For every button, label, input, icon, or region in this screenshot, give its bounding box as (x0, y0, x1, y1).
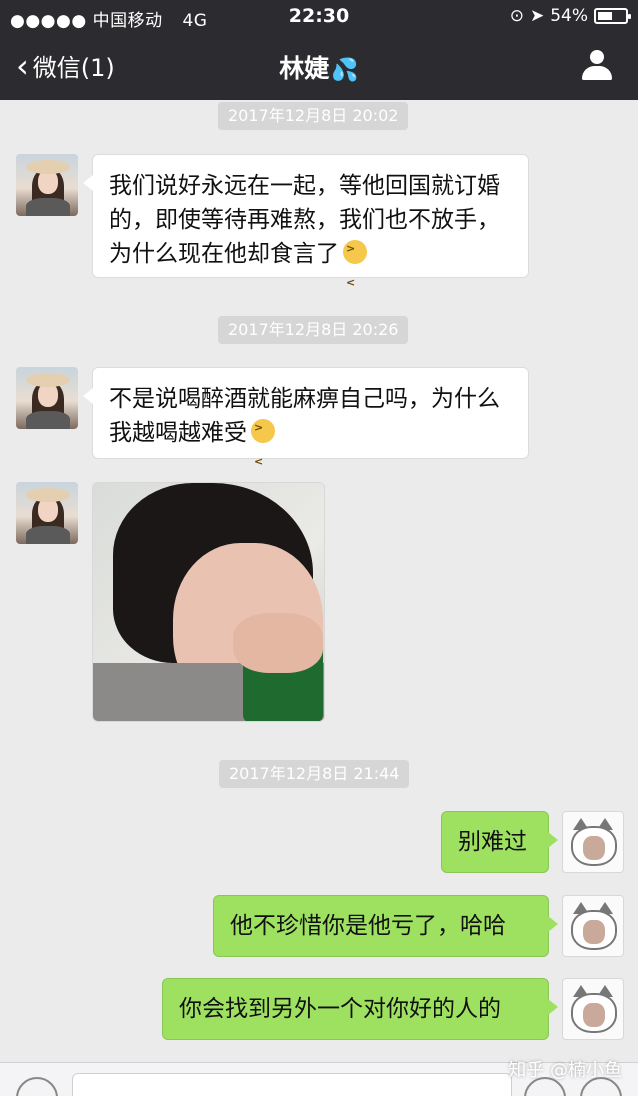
my-avatar[interactable] (562, 811, 624, 873)
person-head (590, 50, 604, 64)
watermark: 知乎 @楠小鱼 (508, 1060, 622, 1081)
grimacing-face-emoji (343, 232, 367, 300)
battery-icon (594, 8, 631, 24)
person-body (582, 66, 612, 80)
cat-face (583, 920, 605, 944)
contact-avatar[interactable] (16, 154, 78, 216)
top-bar: ●●●●● 中国移动 4G 22:30 ⊙ ➤ 54% ‹ 微信(1) 林婕💦 (0, 0, 638, 100)
grimacing-face-emoji (251, 411, 275, 479)
status-bar: ●●●●● 中国移动 4G 22:30 ⊙ ➤ 54% (0, 0, 638, 34)
message-text: 不是说喝醉酒就能麻痹自己吗，为什么我越喝越难受 (109, 386, 500, 446)
message-text: 我们说好永远在一起，等他回国就订婚的，即使等待再难熬，我们也不放手，为什么现在他… (109, 173, 500, 267)
contact-avatar[interactable] (16, 482, 78, 544)
battery-percent: 54% (550, 6, 588, 26)
image-message[interactable] (92, 482, 325, 722)
sweat-drops-emoji: 💦 (331, 58, 359, 83)
incoming-message-bubble[interactable]: 我们说好永远在一起，等他回国就订婚的，即使等待再难熬，我们也不放手，为什么现在他… (83, 154, 529, 300)
avatar-shirt (26, 526, 70, 544)
outgoing-message-bubble[interactable]: 别难过 (441, 811, 558, 873)
timestamp: 2017年12月8日 20:02 (218, 102, 409, 130)
outgoing-message-bubble[interactable]: 他不珍惜你是他亏了，哈哈 (213, 895, 558, 957)
avatar-hat (26, 160, 70, 174)
avatar-hat (26, 488, 70, 502)
chat-info-person-icon[interactable] (582, 50, 612, 82)
incoming-message-bubble[interactable]: 不是说喝醉酒就能麻痹自己吗，为什么我越喝越难受 (83, 367, 529, 479)
my-avatar[interactable] (562, 978, 624, 1040)
cat-face (583, 836, 605, 860)
status-right: ⊙ ➤ 54% (509, 6, 631, 26)
contact-avatar[interactable] (16, 367, 78, 429)
outgoing-message-bubble[interactable]: 你会找到另外一个对你好的人的 (162, 978, 558, 1040)
nav-bar: ‹ 微信(1) 林婕💦 (0, 38, 638, 96)
location-icon: ➤ (529, 6, 545, 26)
avatar-shirt (26, 198, 70, 216)
my-avatar[interactable] (562, 895, 624, 957)
cat-face (583, 1003, 605, 1027)
chat-title: 林婕💦 (0, 49, 638, 85)
photo-hand (233, 613, 323, 673)
timestamp: 2017年12月8日 21:44 (219, 760, 410, 788)
battery-fill (598, 12, 613, 20)
message-text: 别难过 (458, 829, 527, 855)
timestamp: 2017年12月8日 20:26 (218, 316, 409, 344)
avatar-hat (26, 373, 70, 387)
message-text: 你会找到另外一个对你好的人的 (179, 996, 501, 1022)
message-input[interactable] (72, 1073, 512, 1096)
avatar-shirt (26, 411, 70, 429)
contact-name: 林婕 (279, 54, 330, 83)
message-text: 他不珍惜你是他亏了，哈哈 (230, 913, 506, 939)
voice-input-icon[interactable] (16, 1077, 58, 1096)
rotation-lock-icon: ⊙ (509, 6, 524, 26)
